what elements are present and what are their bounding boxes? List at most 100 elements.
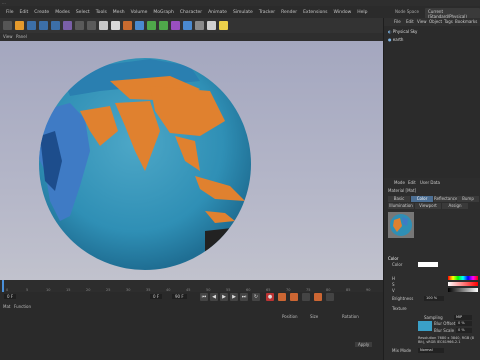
move-tool-icon[interactable] <box>15 21 24 30</box>
y-axis-icon[interactable] <box>63 21 72 30</box>
color-swatch[interactable] <box>418 262 438 267</box>
menu-volume[interactable]: Volume <box>131 10 148 15</box>
objects-manager: File Edit View Object Tags Bookmarks ◐ P… <box>383 18 480 178</box>
coordinate-system-icon[interactable] <box>87 21 96 30</box>
node-space-label[interactable]: Node Space <box>395 9 419 14</box>
menu-window[interactable]: Window <box>334 10 352 15</box>
blur-scale-field[interactable]: 0 % <box>456 328 472 333</box>
objects-menu-file[interactable]: File <box>394 19 401 24</box>
blur-offset-field[interactable]: 0 % <box>456 321 472 326</box>
tab-viewport[interactable]: Viewport <box>415 203 441 209</box>
sphere-object-icon: ● <box>388 37 392 42</box>
render-view-icon[interactable] <box>99 21 108 30</box>
apply-button[interactable]: Apply <box>355 342 373 347</box>
menu-extensions[interactable]: Extensions <box>303 10 327 15</box>
step-back-icon[interactable]: ◀ <box>210 293 218 301</box>
value-slider[interactable] <box>448 288 478 292</box>
camera-icon[interactable] <box>207 21 216 30</box>
menu-tools[interactable]: Tools <box>96 10 107 15</box>
keyframe-icon[interactable] <box>290 293 298 301</box>
tab-bump[interactable]: Bump <box>457 196 479 202</box>
menu-file[interactable]: File <box>6 10 14 15</box>
menu-help[interactable]: Help <box>357 10 367 15</box>
loop-icon[interactable]: ↻ <box>252 293 260 301</box>
position-key-icon[interactable] <box>314 293 322 301</box>
attr-menu-edit[interactable]: Edit <box>408 180 416 185</box>
menu-mograph[interactable]: MoGraph <box>153 10 173 15</box>
go-to-end-icon[interactable]: ⏭ <box>240 293 248 301</box>
material-manager-menu[interactable]: Mat <box>3 304 10 309</box>
cube-icon[interactable] <box>135 21 144 30</box>
sampling-dropdown[interactable]: MIP <box>454 315 472 320</box>
play-icon[interactable]: ▶ <box>220 293 228 301</box>
tab-assign[interactable]: Assign <box>442 203 468 209</box>
brightness-field[interactable]: 100 % <box>424 296 444 301</box>
frame-current-field[interactable]: 0 F <box>150 294 163 299</box>
object-name: Physical Sky <box>392 29 418 34</box>
menu-mesh[interactable]: Mesh <box>113 10 125 15</box>
object-row[interactable]: ● earth <box>388 37 403 42</box>
object-row[interactable]: ◐ Physical Sky <box>388 29 417 34</box>
frame-start-field[interactable]: 0 F <box>4 294 17 299</box>
earth-globe <box>39 58 251 270</box>
viewport-panel-menu[interactable]: Panel <box>16 34 27 39</box>
hue-slider[interactable] <box>448 276 478 280</box>
hsv-s-label: S <box>392 282 395 287</box>
pen-icon[interactable] <box>147 21 156 30</box>
light-icon[interactable] <box>219 21 228 30</box>
mix-mode-label: Mix Mode <box>392 348 412 353</box>
menu-tracker[interactable]: Tracker <box>259 10 275 15</box>
main-toolbar <box>0 18 383 33</box>
go-to-start-icon[interactable]: ⏮ <box>200 293 208 301</box>
viewport[interactable] <box>0 41 383 280</box>
attr-menu-mode[interactable]: Mode <box>394 180 405 185</box>
mix-mode-dropdown[interactable]: Normal <box>418 348 444 353</box>
render-picture-viewer-icon[interactable] <box>111 21 120 30</box>
rotate-tool-icon[interactable] <box>39 21 48 30</box>
bottom-panels: Mat Function Position Size Rotation Appl… <box>0 302 383 360</box>
tab-basic[interactable]: Basic <box>388 196 410 202</box>
frame-end-field[interactable]: 90 F <box>172 294 187 299</box>
render-settings-icon[interactable] <box>123 21 132 30</box>
undo-icon[interactable] <box>3 21 12 30</box>
keyframe-mode-icon[interactable] <box>302 293 310 301</box>
timeline-settings-icon[interactable] <box>326 293 334 301</box>
deformer-icon[interactable] <box>183 21 192 30</box>
menu-animate[interactable]: Animate <box>208 10 227 15</box>
menu-edit[interactable]: Edit <box>20 10 29 15</box>
brightness-label: Brightness <box>392 296 414 301</box>
coord-position-label: Position <box>282 314 298 319</box>
tab-color[interactable]: Color <box>411 196 433 202</box>
objects-menu-edit[interactable]: Edit <box>406 19 414 24</box>
material-title: Material [Mat] <box>388 188 417 193</box>
objects-manager-header: File Edit View Object Tags Bookmarks <box>384 18 480 26</box>
saturation-slider[interactable] <box>448 282 478 286</box>
menu-select[interactable]: Select <box>76 10 90 15</box>
z-axis-icon[interactable] <box>75 21 84 30</box>
layout-bar: Node Space Current (Standard/Physical) <box>383 6 480 20</box>
autokey-icon[interactable] <box>278 293 286 301</box>
viewport-view-menu[interactable]: View <box>3 34 13 39</box>
scale-tool-icon[interactable] <box>27 21 36 30</box>
menu-render[interactable]: Render <box>281 10 297 15</box>
attr-menu-user-data[interactable]: User Data <box>420 180 440 185</box>
objects-menu-object[interactable]: Object <box>429 19 442 24</box>
objects-menu-tags[interactable]: Tags <box>444 19 453 24</box>
menu-modes[interactable]: Modes <box>55 10 70 15</box>
objects-menu-bookmarks[interactable]: Bookmarks <box>455 19 477 24</box>
step-forward-icon[interactable]: ▶ <box>230 293 238 301</box>
tab-reflectance[interactable]: Reflectance <box>434 196 457 202</box>
function-menu[interactable]: Function <box>14 304 31 309</box>
tab-illumination[interactable]: Illumination <box>388 203 414 209</box>
record-icon[interactable]: ● <box>266 293 274 301</box>
objects-menu-view[interactable]: View <box>417 19 427 24</box>
texture-thumbnail[interactable] <box>418 321 432 331</box>
x-axis-icon[interactable] <box>51 21 60 30</box>
subdivision-icon[interactable] <box>159 21 168 30</box>
menu-character[interactable]: Character <box>180 10 202 15</box>
floor-icon[interactable] <box>195 21 204 30</box>
blur-scale-label: Blur Scale <box>434 328 455 333</box>
menu-create[interactable]: Create <box>34 10 49 15</box>
menu-simulate[interactable]: Simulate <box>233 10 253 15</box>
cloner-icon[interactable] <box>171 21 180 30</box>
